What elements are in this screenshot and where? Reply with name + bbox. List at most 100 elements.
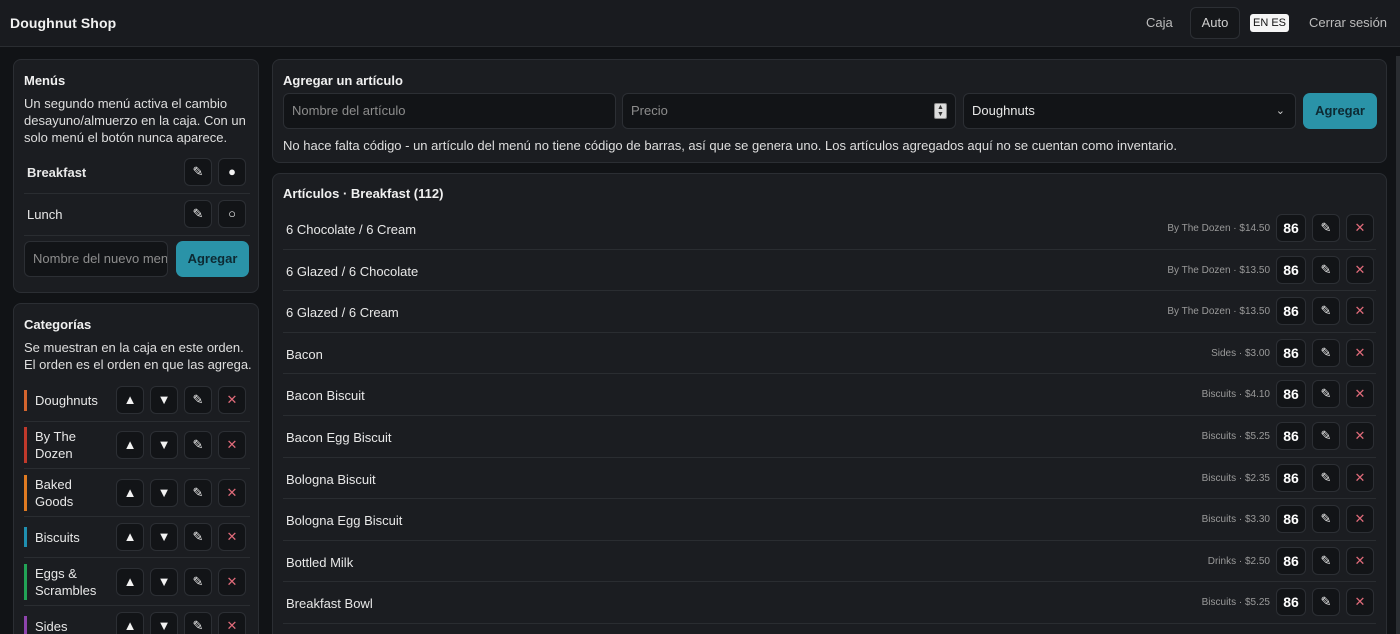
edit-button[interactable]: ✎ (1312, 297, 1340, 326)
move-up-button[interactable]: ▲ (116, 523, 144, 551)
edit-button[interactable]: ✎ (1312, 380, 1340, 409)
edit-button[interactable]: ✎ (184, 612, 212, 634)
move-up-button[interactable]: ▲ (116, 568, 144, 596)
menu-row-breakfast[interactable]: Breakfast ✎ ● (24, 152, 250, 194)
move-up-button[interactable]: ▲ (116, 386, 144, 414)
arrow-down-icon: ▼ (157, 485, 171, 500)
inactive-radio[interactable]: ○ (218, 200, 246, 228)
menus-panel: Menús Un segundo menú activa el cambio d… (13, 59, 259, 293)
item-name-input[interactable]: Nombre del artículo (283, 93, 616, 129)
move-down-button[interactable]: ▼ (150, 612, 178, 634)
article-meta: Biscuits · $3.30 (1201, 514, 1270, 526)
edit-button[interactable]: ✎ (184, 479, 212, 507)
edit-button[interactable]: ✎ (1312, 338, 1340, 367)
pencil-icon: ✎ (1320, 303, 1332, 319)
delete-button[interactable]: ✕ (1346, 338, 1374, 367)
category-row: Doughnuts ▲ ▼ ✎ ✕ (24, 380, 250, 422)
article-row: Bologna Biscuit Biscuits · $2.35 86 ✎ ✕ (283, 458, 1376, 500)
eighty-six-button[interactable]: 86 (1276, 505, 1306, 534)
delete-button[interactable]: ✕ (218, 612, 246, 634)
pencil-icon: ✎ (1320, 469, 1332, 485)
delete-button[interactable]: ✕ (218, 431, 246, 459)
price-input[interactable]: Precio ▲ ▼ (622, 93, 956, 129)
eighty-six-button[interactable]: 86 (1276, 380, 1306, 409)
arrow-up-icon: ▲ (123, 392, 137, 407)
menu-row-lunch[interactable]: Lunch ✎ ○ (24, 194, 250, 236)
edit-button[interactable]: ✎ (1312, 214, 1340, 242)
delete-button[interactable]: ✕ (218, 568, 246, 596)
eighty-six-button[interactable]: 86 (1276, 255, 1306, 284)
edit-button[interactable]: ✎ (184, 431, 212, 459)
delete-button[interactable]: ✕ (218, 386, 246, 414)
delete-button[interactable]: ✕ (1346, 422, 1374, 450)
category-color-bar (24, 527, 27, 547)
article-row: 6 Glazed / 6 Cream By The Dozen · $13.50 8… (283, 291, 1376, 333)
delete-button[interactable]: ✕ (1346, 588, 1374, 617)
article-meta: By The Dozen · $13.50 (1167, 264, 1270, 276)
edit-button[interactable]: ✎ (184, 523, 212, 551)
add-menu-button[interactable]: Agregar (176, 241, 249, 277)
edit-button[interactable]: ✎ (184, 200, 212, 228)
delete-button[interactable]: ✕ (218, 523, 246, 551)
category-color-bar (24, 564, 27, 600)
category-label: Baked Goods (35, 477, 74, 509)
move-down-button[interactable]: ▼ (150, 386, 178, 414)
categories-title: Categorías (24, 317, 92, 332)
delete-button[interactable]: ✕ (1346, 214, 1374, 242)
eighty-six-button[interactable]: 86 (1276, 588, 1306, 617)
edit-button[interactable]: ✎ (184, 386, 212, 414)
eighty-six-button[interactable]: 86 (1276, 546, 1306, 575)
edit-button[interactable]: ✎ (1312, 422, 1340, 450)
move-down-button[interactable]: ▼ (150, 431, 178, 459)
edit-button[interactable]: ✎ (1312, 505, 1340, 534)
edit-button[interactable]: ✎ (1312, 255, 1340, 284)
categories-panel: Categorías Se muestran en la caja en est… (13, 303, 259, 634)
add-item-button[interactable]: Agregar (1303, 93, 1377, 129)
delete-button[interactable]: ✕ (218, 479, 246, 507)
category-select[interactable]: Doughnuts ⌄ (963, 93, 1296, 129)
logout-link[interactable]: Cerrar sesión (1309, 15, 1387, 30)
number-spinner-icon[interactable]: ▲ ▼ (934, 103, 947, 119)
edit-button[interactable]: ✎ (1312, 463, 1340, 492)
move-down-button[interactable]: ▼ (150, 568, 178, 596)
eighty-six-button[interactable]: 86 (1276, 422, 1306, 450)
close-icon: ✕ (226, 485, 238, 500)
new-menu-input[interactable]: Nombre del nuevo menú (24, 241, 168, 277)
pencil-icon: ✎ (192, 529, 204, 544)
eighty-six-button[interactable]: 86 (1276, 297, 1306, 326)
move-up-button[interactable]: ▲ (116, 479, 144, 507)
delete-button[interactable]: ✕ (1346, 255, 1374, 284)
move-down-button[interactable]: ▼ (150, 523, 178, 551)
pencil-icon: ✎ (192, 618, 204, 633)
scrollbar[interactable] (1396, 56, 1400, 634)
theme-auto-button[interactable]: Auto (1190, 7, 1240, 39)
delete-button[interactable]: ✕ (1346, 297, 1374, 326)
category-row: Sides ▲ ▼ ✎ ✕ (24, 606, 250, 634)
eighty-six-button[interactable]: 86 (1276, 338, 1306, 367)
move-up-button[interactable]: ▲ (116, 431, 144, 459)
edit-button[interactable]: ✎ (1312, 546, 1340, 575)
eighty-six-button[interactable]: 86 (1276, 463, 1306, 492)
language-toggle[interactable]: EN ES (1250, 14, 1289, 32)
delete-button[interactable]: ✕ (1346, 380, 1374, 409)
article-meta: Drinks · $2.50 (1207, 555, 1270, 567)
menus-description: Un segundo menú activa el cambio desayun… (24, 96, 246, 145)
arrow-down-icon: ▼ (157, 529, 171, 544)
nav-caja-link[interactable]: Caja (1146, 15, 1173, 30)
pencil-icon: ✎ (1320, 261, 1332, 277)
delete-button[interactable]: ✕ (1346, 546, 1374, 575)
delete-button[interactable]: ✕ (1346, 505, 1374, 534)
active-radio[interactable]: ● (218, 158, 246, 186)
edit-button[interactable]: ✎ (184, 158, 212, 186)
move-up-button[interactable]: ▲ (116, 612, 144, 634)
menu-label: Breakfast (27, 165, 87, 180)
eighty-six-button[interactable]: 86 (1276, 214, 1306, 242)
move-down-button[interactable]: ▼ (150, 479, 178, 507)
edit-button[interactable]: ✎ (184, 568, 212, 596)
article-meta: Biscuits · $2.35 (1201, 472, 1270, 484)
delete-button[interactable]: ✕ (1346, 463, 1374, 492)
article-name: Bacon (286, 346, 323, 362)
pencil-icon: ✎ (1320, 511, 1332, 527)
edit-button[interactable]: ✎ (1312, 588, 1340, 617)
add-item-panel: Agregar un artículo Nombre del artículo … (272, 59, 1387, 163)
